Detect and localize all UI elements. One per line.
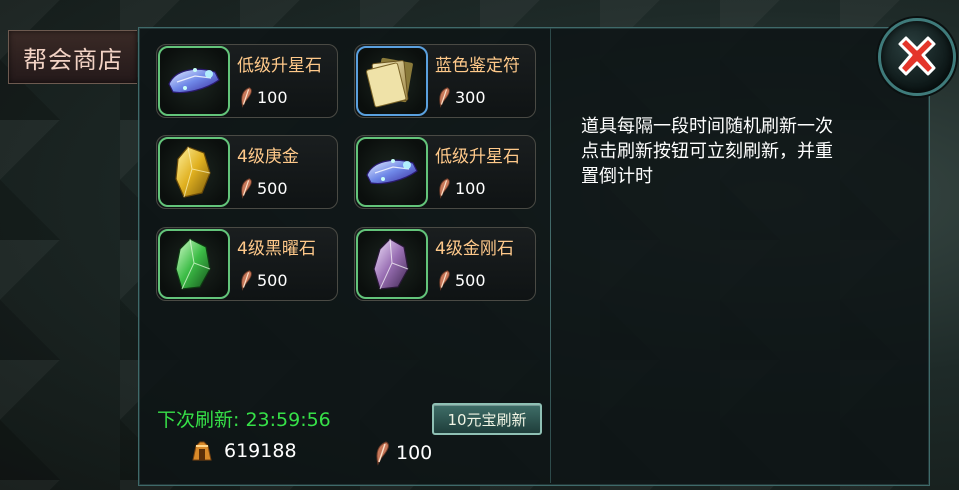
item-price: 100 bbox=[435, 177, 486, 199]
item-icon-frame[interactable] bbox=[158, 137, 230, 207]
info-line: 点击刷新按钮可立刻刷新，并重 bbox=[581, 141, 833, 162]
gold-amount: 619188 bbox=[224, 440, 297, 462]
identify-scroll-icon bbox=[364, 54, 420, 108]
item-price-value: 500 bbox=[257, 270, 288, 290]
item-price: 500 bbox=[237, 177, 288, 199]
item-name: 低级升星石 bbox=[237, 56, 322, 76]
item-name: 低级升星石 bbox=[435, 147, 520, 167]
refresh-button[interactable]: 10元宝刷新 bbox=[432, 403, 542, 435]
item-name: 4级金刚石 bbox=[435, 239, 514, 259]
contribution-balance: 100 bbox=[372, 440, 432, 466]
item-price-value: 100 bbox=[455, 178, 486, 198]
item-icon-frame[interactable] bbox=[356, 229, 428, 299]
feather-token-icon bbox=[237, 177, 255, 199]
item-icon-frame[interactable] bbox=[356, 46, 428, 116]
feather-token-icon bbox=[435, 177, 453, 199]
item-name: 4级庚金 bbox=[237, 147, 299, 167]
item-price-value: 300 bbox=[455, 87, 486, 107]
item-price: 300 bbox=[435, 86, 486, 108]
yellow-crystal-icon bbox=[170, 143, 218, 201]
item-price-value: 500 bbox=[455, 270, 486, 290]
purple-crystal-icon bbox=[368, 235, 416, 293]
feather-token-icon bbox=[435, 86, 453, 108]
feather-token-icon bbox=[376, 441, 389, 466]
info-line: 道具每隔一段时间随机刷新一次 bbox=[581, 116, 833, 137]
shop-info-text: 道具每隔一段时间随机刷新一次 点击刷新按钮可立刻刷新，并重 置倒计时 bbox=[581, 114, 901, 189]
feather-token-icon bbox=[435, 269, 453, 291]
item-name: 蓝色鉴定符 bbox=[435, 56, 520, 76]
feather-token-icon bbox=[237, 269, 255, 291]
gold-ingot-icon bbox=[192, 441, 212, 461]
feather-token-icon bbox=[237, 86, 255, 108]
item-icon-frame[interactable] bbox=[356, 137, 428, 207]
item-name: 4级黑曜石 bbox=[237, 239, 316, 259]
shop-item[interactable]: 4级金刚石 500 bbox=[354, 227, 536, 301]
close-button[interactable] bbox=[878, 18, 956, 96]
shop-item[interactable]: 4级庚金 500 bbox=[156, 135, 338, 209]
shop-item[interactable]: 低级升星石 100 bbox=[354, 135, 536, 209]
item-price: 500 bbox=[435, 269, 486, 291]
green-crystal-icon bbox=[170, 235, 218, 293]
next-refresh-timer: 下次刷新: 23:59:56 bbox=[157, 409, 331, 431]
item-icon-frame[interactable] bbox=[158, 46, 230, 116]
item-price-value: 100 bbox=[257, 87, 288, 107]
shop-title-tab: 帮会商店 bbox=[8, 30, 137, 84]
panel-divider bbox=[550, 28, 551, 483]
item-price: 500 bbox=[237, 269, 288, 291]
info-line: 置倒计时 bbox=[581, 166, 653, 187]
blue-star-stone-icon bbox=[363, 149, 421, 195]
gold-balance: 619188 bbox=[190, 440, 297, 462]
item-price-value: 500 bbox=[257, 178, 288, 198]
item-icon-frame[interactable] bbox=[158, 229, 230, 299]
item-price: 100 bbox=[237, 86, 288, 108]
shop-title: 帮会商店 bbox=[23, 45, 123, 74]
shop-item[interactable]: 低级升星石 100 bbox=[156, 44, 338, 118]
blue-star-stone-icon bbox=[165, 58, 223, 104]
shop-item[interactable]: 4级黑曜石 500 bbox=[156, 227, 338, 301]
close-icon bbox=[898, 36, 936, 76]
contribution-amount: 100 bbox=[396, 442, 433, 464]
shop-item[interactable]: 蓝色鉴定符 300 bbox=[354, 44, 536, 118]
